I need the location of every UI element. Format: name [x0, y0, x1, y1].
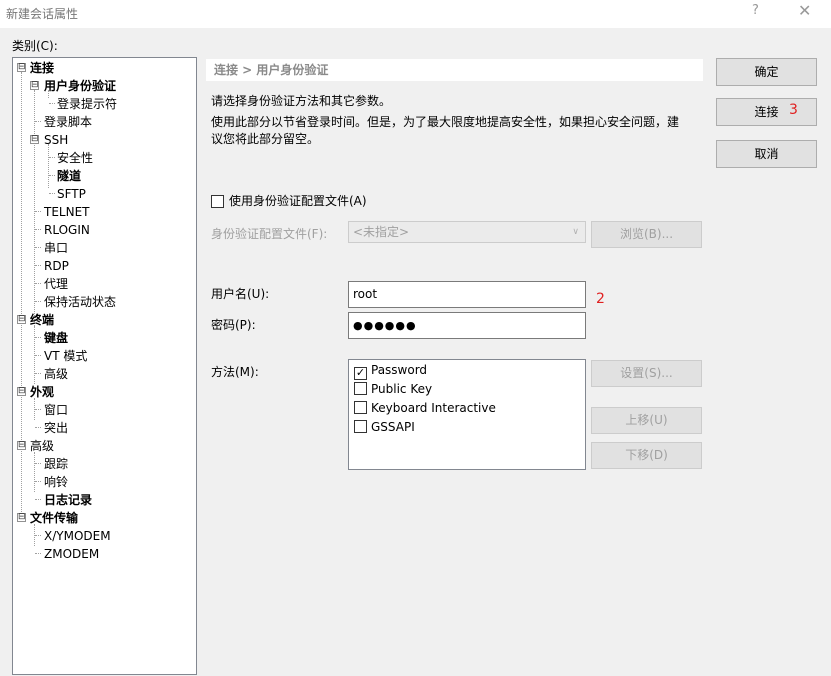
move-down-button[interactable]: 下移(D): [591, 442, 702, 469]
ok-button[interactable]: 确定: [716, 58, 817, 86]
tree-item-bell[interactable]: 响铃: [44, 473, 68, 491]
use-profile-label: 使用身份验证配置文件(A): [229, 194, 367, 208]
window-title: 新建会话属性: [6, 7, 79, 21]
tree-item-connection[interactable]: 连接: [30, 59, 54, 77]
tree-item-rdp[interactable]: RDP: [44, 257, 69, 275]
tree-item-user-auth[interactable]: 用户身份验证: [44, 77, 116, 95]
password-label: 密码(P):: [211, 318, 256, 332]
tree-item-sftp[interactable]: SFTP: [57, 185, 86, 203]
annotation-3: 3: [789, 102, 798, 118]
tree-item-logging[interactable]: 日志记录: [44, 491, 92, 509]
method-checkbox-gssapi[interactable]: [354, 420, 367, 433]
tree-item-window[interactable]: 窗口: [44, 401, 68, 419]
annotation-2: 2: [596, 291, 605, 307]
tree-item-tunnel[interactable]: 隧道: [57, 167, 81, 185]
tree-item-appearance[interactable]: 外观: [30, 383, 54, 401]
connect-button[interactable]: 连接: [716, 98, 817, 126]
method-item-keyboard-interactive[interactable]: Keyboard Interactive: [354, 399, 496, 417]
tree-item-rlogin[interactable]: RLOGIN: [44, 221, 90, 239]
settings-button[interactable]: 设置(S)...: [591, 360, 702, 387]
method-item-gssapi[interactable]: GSSAPI: [354, 418, 415, 436]
collapse-icon[interactable]: ⊟: [30, 81, 39, 90]
tree-item-zmodem[interactable]: ZMODEM: [44, 545, 99, 563]
tree-item-advanced[interactable]: 高级: [44, 365, 68, 383]
tree-item-keyboard[interactable]: 键盘: [44, 329, 68, 347]
method-label-gssapi: GSSAPI: [371, 420, 415, 434]
browse-button[interactable]: 浏览(B)...: [591, 221, 702, 248]
help-icon[interactable]: ?: [752, 3, 759, 18]
method-list[interactable]: ✓ Password Public Key Keyboard Interactiv…: [348, 359, 586, 470]
tree-item-serial[interactable]: 串口: [44, 239, 68, 257]
collapse-icon[interactable]: ⊟: [17, 513, 26, 522]
collapse-icon[interactable]: ⊟: [17, 441, 26, 450]
username-input[interactable]: root: [348, 281, 586, 308]
tree-item-proxy[interactable]: 代理: [44, 275, 68, 293]
tree-item-vt-mode[interactable]: VT 模式: [44, 347, 87, 365]
tree-item-telnet[interactable]: TELNET: [44, 203, 90, 221]
method-label-keyboard-interactive: Keyboard Interactive: [371, 401, 496, 415]
method-label-public-key: Public Key: [371, 382, 433, 396]
section-header: 连接 > 用户身份验证: [206, 59, 703, 81]
method-label: 方法(M):: [211, 365, 259, 379]
collapse-icon[interactable]: ⊟: [17, 387, 26, 396]
collapse-icon[interactable]: ⊟: [17, 63, 26, 72]
tree-item-trace[interactable]: 跟踪: [44, 455, 68, 473]
method-item-public-key[interactable]: Public Key: [354, 380, 432, 398]
tree-item-security[interactable]: 安全性: [57, 149, 93, 167]
category-label: 类别(C):: [12, 39, 58, 53]
collapse-icon[interactable]: ⊟: [30, 135, 39, 144]
tree-item-file-transfer[interactable]: 文件传输: [30, 509, 78, 527]
profile-select-value: <未指定>: [353, 225, 410, 239]
profile-label: 身份验证配置文件(F):: [211, 227, 328, 241]
method-checkbox-public-key[interactable]: [354, 382, 367, 395]
username-label: 用户名(U):: [211, 287, 270, 301]
description-text: 请选择身份验证方法和其它参数。: [211, 94, 392, 108]
method-checkbox-password[interactable]: ✓: [354, 367, 367, 380]
tree-item-login-script[interactable]: 登录脚本: [44, 113, 92, 131]
tree-item-advanced-2[interactable]: 高级: [30, 437, 54, 455]
method-item-password[interactable]: ✓ Password: [354, 361, 428, 380]
category-tree[interactable]: ⊟ ⊟ ⊟ ⊟ ⊟ ⊟ ⊟ 连接 用户身份验证 登录提示符 登录脚本 SSH 安…: [12, 57, 197, 675]
tree-item-keepalive[interactable]: 保持活动状态: [44, 293, 116, 311]
collapse-icon[interactable]: ⊟: [17, 315, 26, 324]
password-input[interactable]: ●●●●●●: [348, 312, 586, 339]
tree-item-highlight[interactable]: 突出: [44, 419, 68, 437]
tree-item-xymodem[interactable]: X/YMODEM: [44, 527, 111, 545]
use-profile-checkbox[interactable]: [211, 195, 224, 208]
close-icon[interactable]: ✕: [798, 1, 811, 20]
title-bar: 新建会话属性 ? ✕: [0, 0, 831, 28]
move-up-button[interactable]: 上移(U): [591, 407, 702, 434]
cancel-button[interactable]: 取消: [716, 140, 817, 168]
method-label-password: Password: [371, 363, 428, 377]
tree-item-login-prompt[interactable]: 登录提示符: [57, 95, 117, 113]
chevron-down-icon: ∨: [572, 227, 579, 237]
description-text: 使用此部分以节省登录时间。但是，为了最大限度地提高安全性，如果担心安全问题，建: [211, 115, 680, 129]
description-text: 议您将此部分留空。: [211, 132, 320, 146]
tree-item-terminal[interactable]: 终端: [30, 311, 54, 329]
tree-item-ssh[interactable]: SSH: [44, 131, 68, 149]
profile-select[interactable]: <未指定> ∨: [348, 221, 586, 243]
method-checkbox-keyboard-interactive[interactable]: [354, 401, 367, 414]
